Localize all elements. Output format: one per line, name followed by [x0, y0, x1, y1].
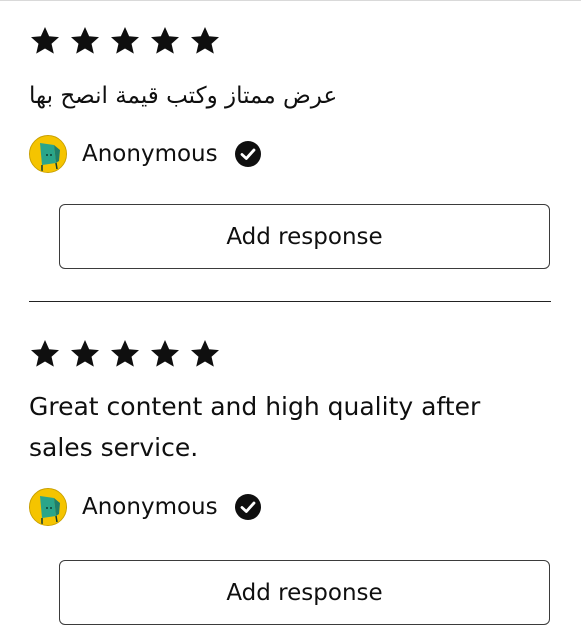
- review-divider: [29, 301, 551, 302]
- review-author: Anonymous: [29, 487, 551, 527]
- verified-check-icon: [234, 140, 262, 168]
- avatar: [29, 488, 67, 526]
- star-rating: [29, 24, 551, 58]
- star-rating: [29, 337, 551, 371]
- review-author: Anonymous: [29, 134, 551, 174]
- star-icon: [149, 338, 181, 370]
- avatar: [29, 135, 67, 173]
- star-icon: [189, 25, 221, 57]
- author-name: Anonymous: [82, 494, 218, 520]
- review-card: Great content and high quality after sal…: [29, 337, 551, 625]
- star-icon: [29, 25, 61, 57]
- review-text-wrapper: عرض ممتاز وكتب قيمة انصح بها: [29, 80, 551, 112]
- review-text: Great content and high quality after sal…: [29, 392, 481, 462]
- star-icon: [69, 25, 101, 57]
- review-card: عرض ممتاز وكتب قيمة انصح بها Anonymous A…: [29, 24, 551, 269]
- reviews-page: عرض ممتاز وكتب قيمة انصح بها Anonymous A…: [0, 0, 581, 628]
- star-icon: [149, 25, 181, 57]
- verified-check-icon: [234, 493, 262, 521]
- star-icon: [29, 338, 61, 370]
- star-icon: [189, 338, 221, 370]
- review-text: عرض ممتاز وكتب قيمة انصح بها: [29, 83, 338, 109]
- star-icon: [109, 338, 141, 370]
- add-response-button[interactable]: Add response: [59, 204, 550, 269]
- author-name: Anonymous: [82, 141, 218, 167]
- star-icon: [69, 338, 101, 370]
- star-icon: [109, 25, 141, 57]
- add-response-button[interactable]: Add response: [59, 560, 550, 625]
